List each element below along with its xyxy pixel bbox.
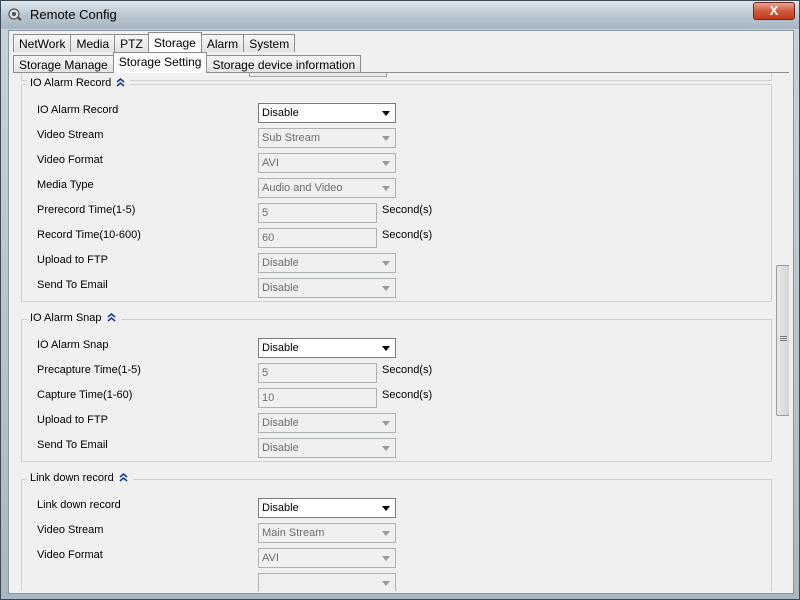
prerecord-time-input[interactable]: 5 [258,203,377,223]
selected-value: Main Stream [262,527,325,539]
upload-ftp-label: Upload to FTP [37,254,108,266]
link-down-record-label: Link down record [37,499,121,511]
selected-value: Disable [262,502,299,514]
partially-hidden-select[interactable] [258,573,396,591]
grip-icon [780,336,787,342]
link-down-record-select[interactable]: Disable [258,498,396,518]
selected-value: Disable [262,342,299,354]
capture-time-input[interactable]: 10 [258,388,377,408]
collapse-up-icon[interactable] [117,471,130,484]
group-legend: IO Alarm Record [27,76,131,89]
app-icon [8,8,22,22]
remote-config-window: Remote Config X NetWork Media PTZ Storag… [0,0,800,600]
capture-time-label: Capture Time(1-60) [37,389,133,401]
io-alarm-snap-label: IO Alarm Snap [37,339,109,351]
previous-dropdown-edge [249,73,387,77]
group-title: IO Alarm Snap [30,311,102,324]
precapture-time-label: Precapture Time(1-5) [37,364,141,376]
media-type-label: Media Type [37,179,94,191]
chevron-down-icon [378,340,394,356]
group-title: IO Alarm Record [30,76,112,89]
chevron-down-icon [378,105,394,121]
group-legend: Link down record [27,471,133,484]
chevron-down-icon [378,130,394,146]
chevron-down-icon [378,255,394,271]
upload-ftp-select[interactable]: Disable [258,253,396,273]
link-down-record-group: Link down record Link down record Disabl… [21,471,772,591]
seconds-unit-label: Second(s) [382,389,433,401]
chevron-down-icon [378,575,394,591]
send-email-label: Send To Email [37,439,108,451]
record-time-input[interactable]: 60 [258,228,377,248]
upload-ftp-label: Upload to FTP [37,414,108,426]
title-bar[interactable]: Remote Config X [1,1,799,29]
precapture-time-input[interactable]: 5 [258,363,377,383]
chevron-down-icon [378,280,394,296]
tab-media[interactable]: Media [70,34,116,52]
client-area: NetWork Media PTZ Storage Alarm System S… [8,30,794,594]
tab-network[interactable]: NetWork [13,34,72,52]
chevron-down-icon [378,500,394,516]
subtab-storage-manage[interactable]: Storage Manage [13,55,114,73]
io-alarm-snap-group: IO Alarm Snap IO Alarm Snap Disable Prec… [21,311,772,462]
scrollbar-thumb[interactable] [776,265,789,416]
seconds-unit-label: Second(s) [382,364,433,376]
vertical-scrollbar[interactable] [775,73,789,591]
selected-value: Disable [262,417,299,429]
tab-ptz[interactable]: PTZ [114,34,149,52]
selected-value: Disable [262,257,299,269]
video-stream-select[interactable]: Sub Stream [258,128,396,148]
tab-system[interactable]: System [243,34,296,52]
prerecord-time-label: Prerecord Time(1-5) [37,204,136,216]
selected-value: AVI [262,157,279,169]
video-format-select[interactable]: AVI [258,548,396,568]
video-stream-label: Video Stream [37,524,104,536]
storage-subtabs: Storage Manage Storage Setting Storage d… [13,52,362,73]
seconds-unit-label: Second(s) [382,229,433,241]
collapse-up-icon[interactable] [114,76,127,89]
group-title: Link down record [30,471,114,484]
selected-value: Audio and Video [262,182,343,194]
window-title: Remote Config [30,7,117,22]
video-format-label: Video Format [37,154,103,166]
selected-value: Disable [262,442,299,454]
previous-group-edge [21,73,772,81]
video-format-label: Video Format [37,549,103,561]
record-time-label: Record Time(10-600) [37,229,141,241]
chevron-down-icon [378,525,394,541]
collapse-up-icon[interactable] [105,311,118,324]
subtab-storage-device-information[interactable]: Storage device information [206,55,362,73]
selected-value: Disable [262,107,299,119]
video-stream-select[interactable]: Main Stream [258,523,396,543]
seconds-unit-label: Second(s) [382,204,433,216]
io-alarm-record-select[interactable]: Disable [258,103,396,123]
chevron-down-icon [378,155,394,171]
chevron-down-icon [378,550,394,566]
selected-value: Disable [262,282,299,294]
video-stream-label: Video Stream [37,129,104,141]
send-email-select[interactable]: Disable [258,278,396,298]
io-alarm-snap-select[interactable]: Disable [258,338,396,358]
main-tabs: NetWork Media PTZ Storage Alarm System [13,32,296,52]
send-email-label: Send To Email [37,279,108,291]
io-alarm-record-group: IO Alarm Record IO Alarm Record Disable … [21,76,772,302]
chevron-down-icon [378,415,394,431]
close-button[interactable]: X [753,2,795,20]
media-type-select[interactable]: Audio and Video [258,178,396,198]
chevron-down-icon [378,440,394,456]
selected-value: Sub Stream [262,132,321,144]
selected-value: AVI [262,552,279,564]
upload-ftp-select[interactable]: Disable [258,413,396,433]
video-format-select[interactable]: AVI [258,153,396,173]
io-alarm-record-label: IO Alarm Record [37,104,119,116]
settings-panel: IO Alarm Record IO Alarm Record Disable … [13,73,789,591]
send-email-select[interactable]: Disable [258,438,396,458]
tab-storage[interactable]: Storage [147,32,202,52]
chevron-down-icon [378,180,394,196]
subtab-storage-setting[interactable]: Storage Setting [112,52,208,73]
tab-alarm[interactable]: Alarm [200,34,245,52]
group-legend: IO Alarm Snap [27,311,121,324]
